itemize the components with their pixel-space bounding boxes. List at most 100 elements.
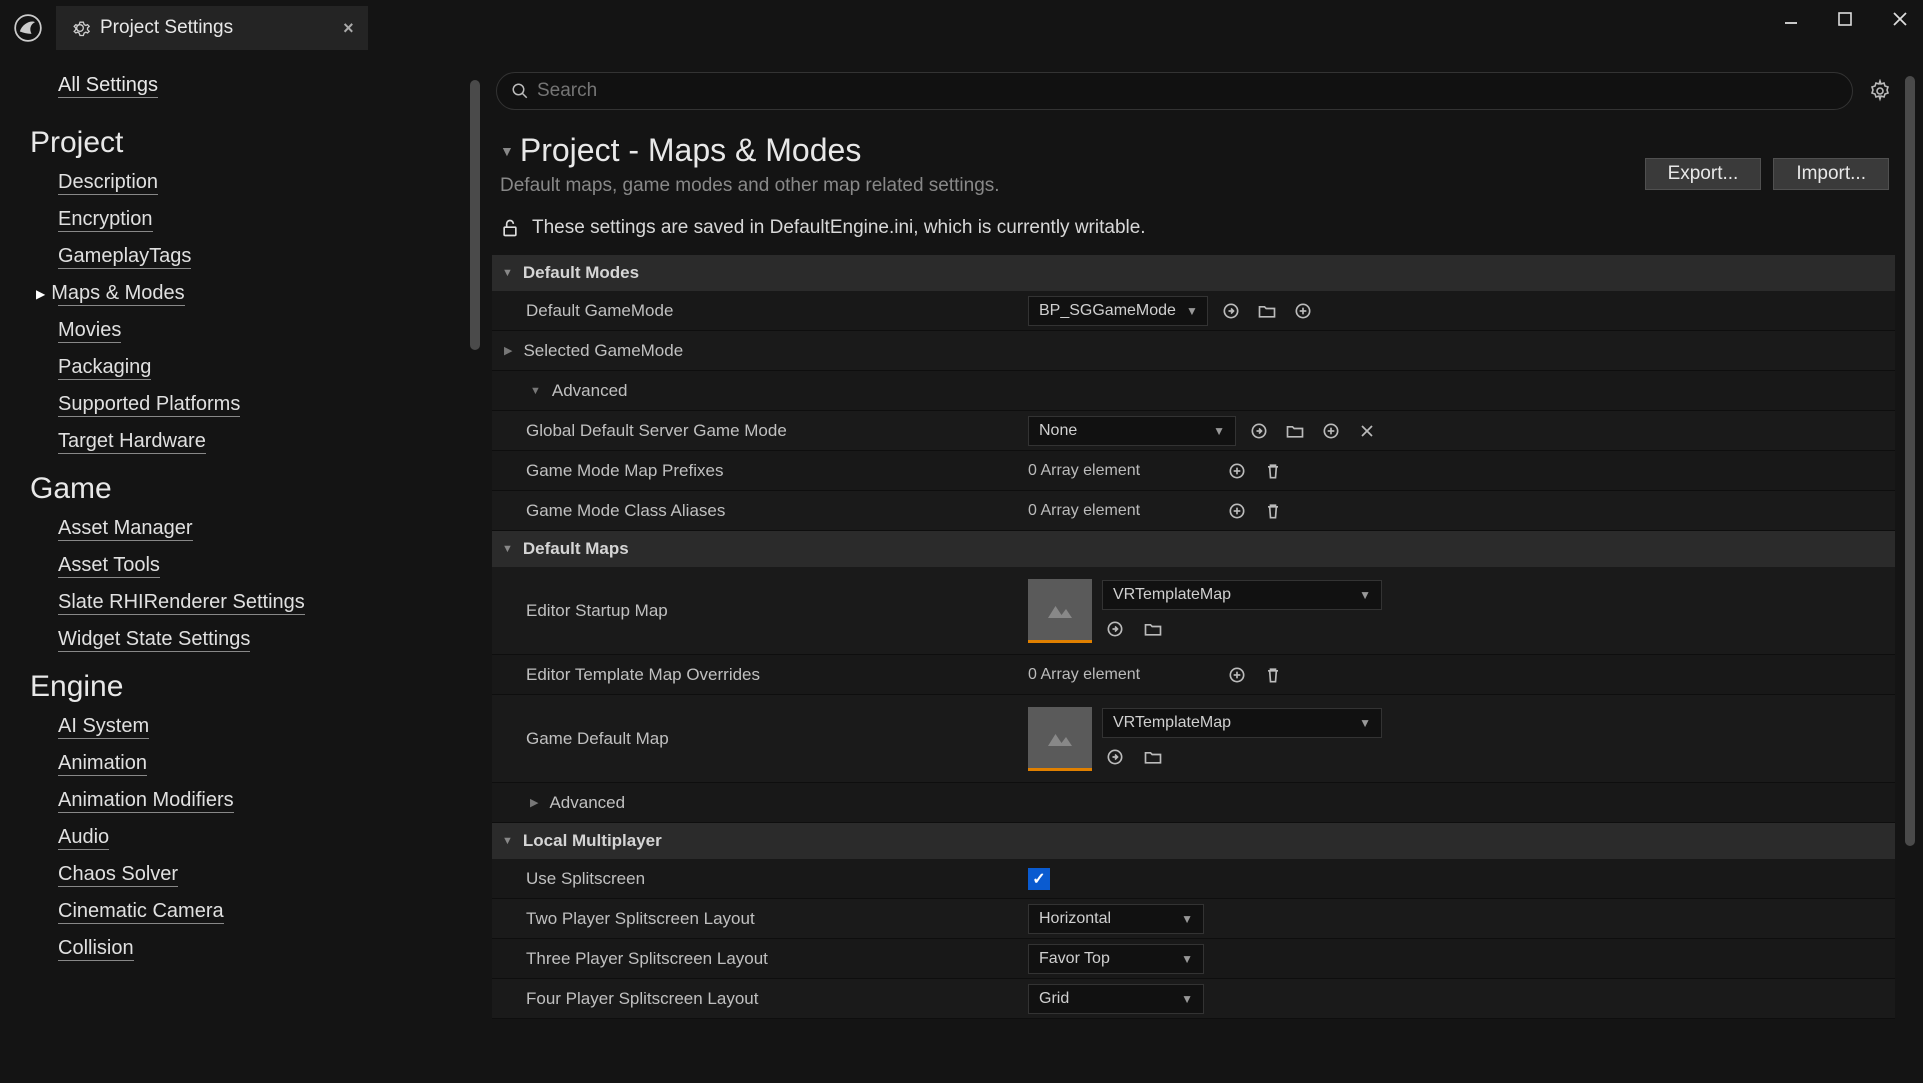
map-thumbnail[interactable] — [1028, 707, 1092, 771]
folder-icon[interactable] — [1140, 616, 1166, 642]
title-bar: Project Settings × — [0, 0, 1923, 56]
prop-label: Editor Template Map Overrides — [492, 665, 1028, 685]
sidebar-item-asset-tools[interactable]: Asset Tools — [58, 553, 160, 578]
chevron-down-icon: ▼ — [530, 385, 541, 397]
prop-label: Three Player Splitscreen Layout — [492, 949, 1028, 969]
prop-label: Game Default Map — [492, 729, 1028, 749]
use-splitscreen-checkbox[interactable]: ✓ — [1028, 868, 1050, 890]
folder-icon[interactable] — [1140, 744, 1166, 770]
sidebar-item-chaos-solver[interactable]: Chaos Solver — [58, 862, 178, 887]
sidebar-item-supported-platforms[interactable]: Supported Platforms — [58, 392, 240, 417]
clear-icon[interactable] — [1354, 418, 1380, 444]
tab-project-settings[interactable]: Project Settings × — [56, 6, 368, 50]
chevron-down-icon: ▼ — [1181, 952, 1193, 966]
folder-icon[interactable] — [1282, 418, 1308, 444]
two-player-layout-dropdown[interactable]: Horizontal▼ — [1028, 904, 1204, 934]
add-icon[interactable] — [1224, 662, 1250, 688]
gear-icon — [70, 18, 90, 38]
trash-icon[interactable] — [1260, 662, 1286, 688]
chevron-down-icon: ▼ — [1213, 424, 1225, 438]
section-default-maps[interactable]: ▼Default Maps — [492, 531, 1895, 567]
chevron-down-icon: ▼ — [1359, 716, 1371, 730]
sidebar-item-target-hardware[interactable]: Target Hardware — [58, 429, 206, 454]
array-count: 0 Array element — [1028, 502, 1214, 520]
prop-label-advanced[interactable]: ▶Advanced — [492, 793, 1028, 813]
sidebar-item-animation[interactable]: Animation — [58, 751, 147, 776]
map-thumbnail[interactable] — [1028, 579, 1092, 643]
chevron-right-icon: ▶ — [530, 796, 538, 809]
chevron-down-icon: ▼ — [1186, 304, 1198, 318]
minimize-button[interactable] — [1783, 10, 1799, 28]
chevron-down-icon: ▼ — [1181, 912, 1193, 926]
prop-label[interactable]: ▶Selected GameMode — [492, 341, 1028, 361]
sidebar-item-ai-system[interactable]: AI System — [58, 714, 149, 739]
section-collapse-icon[interactable]: ▼ — [500, 143, 514, 159]
add-icon[interactable] — [1318, 418, 1344, 444]
add-icon[interactable] — [1224, 458, 1250, 484]
prop-label: Game Mode Class Aliases — [492, 501, 1028, 521]
main-scrollbar[interactable] — [1905, 76, 1915, 846]
global-server-dropdown[interactable]: None▼ — [1028, 416, 1236, 446]
unlock-icon — [500, 218, 520, 238]
sidebar-section-game: Game — [30, 472, 458, 506]
browse-icon[interactable] — [1246, 418, 1272, 444]
prop-label: Default GameMode — [492, 301, 1028, 321]
chevron-down-icon: ▼ — [502, 543, 513, 555]
sidebar-item-movies[interactable]: Movies — [58, 318, 121, 343]
sidebar-item-maps-modes[interactable]: Maps & Modes — [58, 281, 185, 306]
sidebar-item-packaging[interactable]: Packaging — [58, 355, 151, 380]
chevron-right-icon: ▶ — [504, 344, 512, 357]
sidebar-section-engine: Engine — [30, 670, 458, 704]
prop-label: Game Mode Map Prefixes — [492, 461, 1028, 481]
add-icon[interactable] — [1224, 498, 1250, 524]
three-player-layout-dropdown[interactable]: Favor Top▼ — [1028, 944, 1204, 974]
prop-label: Use Splitscreen — [492, 869, 1028, 889]
folder-icon[interactable] — [1254, 298, 1280, 324]
sidebar-item-collision[interactable]: Collision — [58, 936, 134, 961]
trash-icon[interactable] — [1260, 498, 1286, 524]
export-button[interactable]: Export... — [1645, 158, 1762, 190]
four-player-layout-dropdown[interactable]: Grid▼ — [1028, 984, 1204, 1014]
prop-label: Editor Startup Map — [492, 601, 1028, 621]
sidebar-item-gameplaytags[interactable]: GameplayTags — [58, 244, 191, 269]
close-button[interactable] — [1891, 10, 1909, 28]
sidebar-item-encryption[interactable]: Encryption — [58, 207, 153, 232]
sidebar-item-widget-state[interactable]: Widget State Settings — [58, 627, 250, 652]
tab-close-icon[interactable]: × — [343, 18, 354, 39]
browse-icon[interactable] — [1218, 298, 1244, 324]
sidebar-item-audio[interactable]: Audio — [58, 825, 109, 850]
section-local-multiplayer[interactable]: ▼Local Multiplayer — [492, 823, 1895, 859]
search-input[interactable] — [537, 80, 1838, 102]
import-button[interactable]: Import... — [1773, 158, 1889, 190]
maximize-button[interactable] — [1837, 10, 1853, 28]
settings-main: ▼Project - Maps & Modes Default maps, ga… — [488, 56, 1923, 1083]
chevron-down-icon: ▼ — [502, 267, 513, 279]
add-icon[interactable] — [1290, 298, 1316, 324]
section-default-modes[interactable]: ▼Default Modes — [492, 255, 1895, 291]
sidebar-all-settings[interactable]: All Settings — [58, 74, 158, 98]
browse-icon[interactable] — [1102, 744, 1128, 770]
trash-icon[interactable] — [1260, 458, 1286, 484]
prop-label: Four Player Splitscreen Layout — [492, 989, 1028, 1009]
search-box[interactable] — [496, 72, 1853, 110]
array-count: 0 Array element — [1028, 462, 1214, 480]
editor-startup-map-dropdown[interactable]: VRTemplateMap▼ — [1102, 580, 1382, 610]
sidebar-item-description[interactable]: Description — [58, 170, 158, 195]
sidebar-item-animation-modifiers[interactable]: Animation Modifiers — [58, 788, 234, 813]
sidebar-item-asset-manager[interactable]: Asset Manager — [58, 516, 193, 541]
browse-icon[interactable] — [1102, 616, 1128, 642]
sidebar-scrollbar[interactable] — [470, 80, 480, 350]
sidebar-item-slate-rhi[interactable]: Slate RHIRenderer Settings — [58, 590, 305, 615]
chevron-down-icon: ▼ — [1359, 588, 1371, 602]
sidebar-item-cinematic-camera[interactable]: Cinematic Camera — [58, 899, 224, 924]
settings-gear-button[interactable] — [1865, 76, 1895, 106]
settings-sidebar: All Settings Project Description Encrypt… — [0, 56, 488, 1083]
page-title: Project - Maps & Modes — [520, 132, 861, 169]
tab-label: Project Settings — [100, 17, 233, 39]
game-default-map-dropdown[interactable]: VRTemplateMap▼ — [1102, 708, 1382, 738]
chevron-down-icon: ▼ — [502, 835, 513, 847]
prop-label: Global Default Server Game Mode — [492, 421, 1028, 441]
default-gamemode-dropdown[interactable]: BP_SGGameMode▼ — [1028, 296, 1208, 326]
prop-label-advanced[interactable]: ▼Advanced — [492, 381, 1028, 401]
window-controls — [1783, 10, 1909, 28]
